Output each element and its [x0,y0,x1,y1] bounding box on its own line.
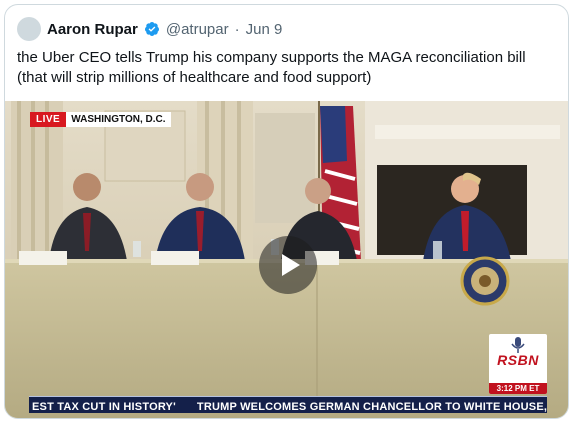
avatar[interactable] [17,17,41,41]
location-label: WASHINGTON, D.C. [66,112,171,127]
tweet-card[interactable]: Aaron Rupar @atrupar · Jun 9 the Uber CE… [4,4,569,419]
live-label: LIVE [30,112,67,127]
tweet-date[interactable]: Jun 9 [246,21,283,38]
tweet-text: the Uber CEO tells Trump his company sup… [17,49,526,86]
play-icon [281,254,300,276]
author-name[interactable]: Aaron Rupar [47,21,138,38]
ticker-text-left: EST TAX CUT IN HISTORY' [32,401,176,413]
play-button[interactable] [259,236,317,294]
tweet-header: Aaron Rupar @atrupar · Jun 9 [17,17,282,41]
separator-dot: · [234,20,240,38]
news-ticker: EST TAX CUT IN HISTORY' TRUMP WELCOMES GE… [29,396,547,413]
microphone-icon [511,337,525,353]
channel-name: RSBN [497,352,539,368]
video-player[interactable]: LIVE WASHINGTON, D.C. RSBN 3:12 PM ET ES… [5,101,568,418]
author-handle[interactable]: @atrupar [166,21,229,38]
channel-time: 3:12 PM ET [489,383,547,394]
verified-badge-icon [144,22,159,36]
channel-logo: RSBN 3:12 PM ET [489,334,547,394]
live-badge: LIVE WASHINGTON, D.C. [30,112,171,127]
ticker-text-right: TRUMP WELCOMES GERMAN CHANCELLOR TO WHIT… [196,401,547,413]
